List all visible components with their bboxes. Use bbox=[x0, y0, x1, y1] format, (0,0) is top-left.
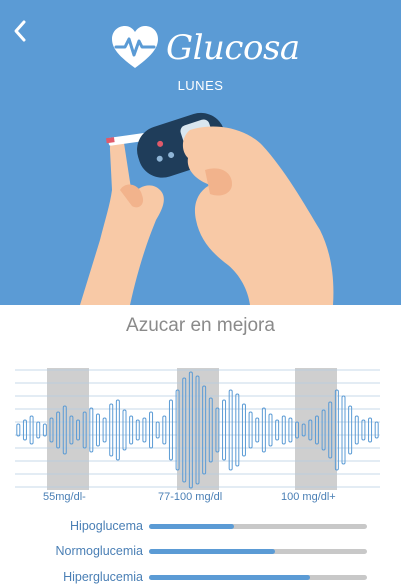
day-label: LUNES bbox=[177, 78, 224, 93]
x-label-normal: 77-100 mg/dl bbox=[158, 491, 223, 503]
level-label: Normoglucemia bbox=[55, 544, 143, 558]
highlight-band bbox=[295, 368, 337, 490]
app-logo: Glucosa bbox=[110, 24, 300, 72]
level-label: Hipoglucema bbox=[70, 519, 143, 533]
level-row-hiperglucemia: Hiperglucemia bbox=[0, 569, 401, 588]
wave-bar bbox=[16, 423, 21, 437]
wave-bar bbox=[36, 421, 41, 439]
level-fill bbox=[149, 549, 276, 554]
wave-bar bbox=[235, 393, 240, 467]
glucose-wave-chart bbox=[15, 368, 380, 490]
level-track bbox=[149, 524, 367, 529]
level-label: Hiperglucemia bbox=[63, 570, 143, 584]
level-row-hipoglucema: Hipoglucema bbox=[0, 518, 401, 538]
wave-bar bbox=[348, 405, 353, 455]
wave-bar bbox=[374, 421, 379, 439]
x-label-low: 55mg/dl- bbox=[43, 491, 86, 503]
level-fill bbox=[149, 575, 311, 580]
wave-bar bbox=[89, 407, 94, 453]
wave-bar bbox=[341, 395, 346, 465]
wave-bar bbox=[281, 415, 286, 445]
wave-bar bbox=[149, 411, 154, 449]
wave-bar bbox=[228, 389, 233, 471]
wave-bar bbox=[268, 413, 273, 447]
heart-pulse-icon bbox=[112, 26, 158, 68]
app-title: Glucosa bbox=[166, 28, 300, 68]
wave-bar bbox=[129, 415, 134, 445]
level-fill bbox=[149, 524, 235, 529]
wave-bar bbox=[135, 419, 140, 441]
header-banner: Glucosa LUNES bbox=[0, 0, 401, 305]
status-subtitle: Azucar en mejora bbox=[126, 315, 275, 336]
x-label-high: 100 mg/dl+ bbox=[281, 491, 336, 503]
wave-bar bbox=[248, 411, 253, 449]
level-track bbox=[149, 575, 367, 580]
level-track bbox=[149, 549, 367, 554]
wave-bar bbox=[162, 415, 167, 445]
wave-bar bbox=[275, 419, 280, 441]
wave-bar bbox=[95, 413, 100, 447]
wave-bar bbox=[29, 415, 34, 445]
wave-bar bbox=[22, 419, 27, 441]
chevron-left-icon[interactable] bbox=[10, 18, 32, 44]
chart-x-labels: 55mg/dl- 77-100 mg/dl 100 mg/dl+ bbox=[0, 491, 401, 507]
wave-bar bbox=[122, 409, 127, 451]
level-row-normoglucemia: Normoglucemia bbox=[0, 543, 401, 563]
wave-bar bbox=[155, 421, 160, 439]
glucose-meter-illustration bbox=[80, 112, 334, 305]
wave-bar bbox=[361, 419, 366, 441]
wave-bar bbox=[261, 407, 266, 453]
wave-bar bbox=[354, 415, 359, 445]
wave-bar bbox=[42, 423, 47, 437]
